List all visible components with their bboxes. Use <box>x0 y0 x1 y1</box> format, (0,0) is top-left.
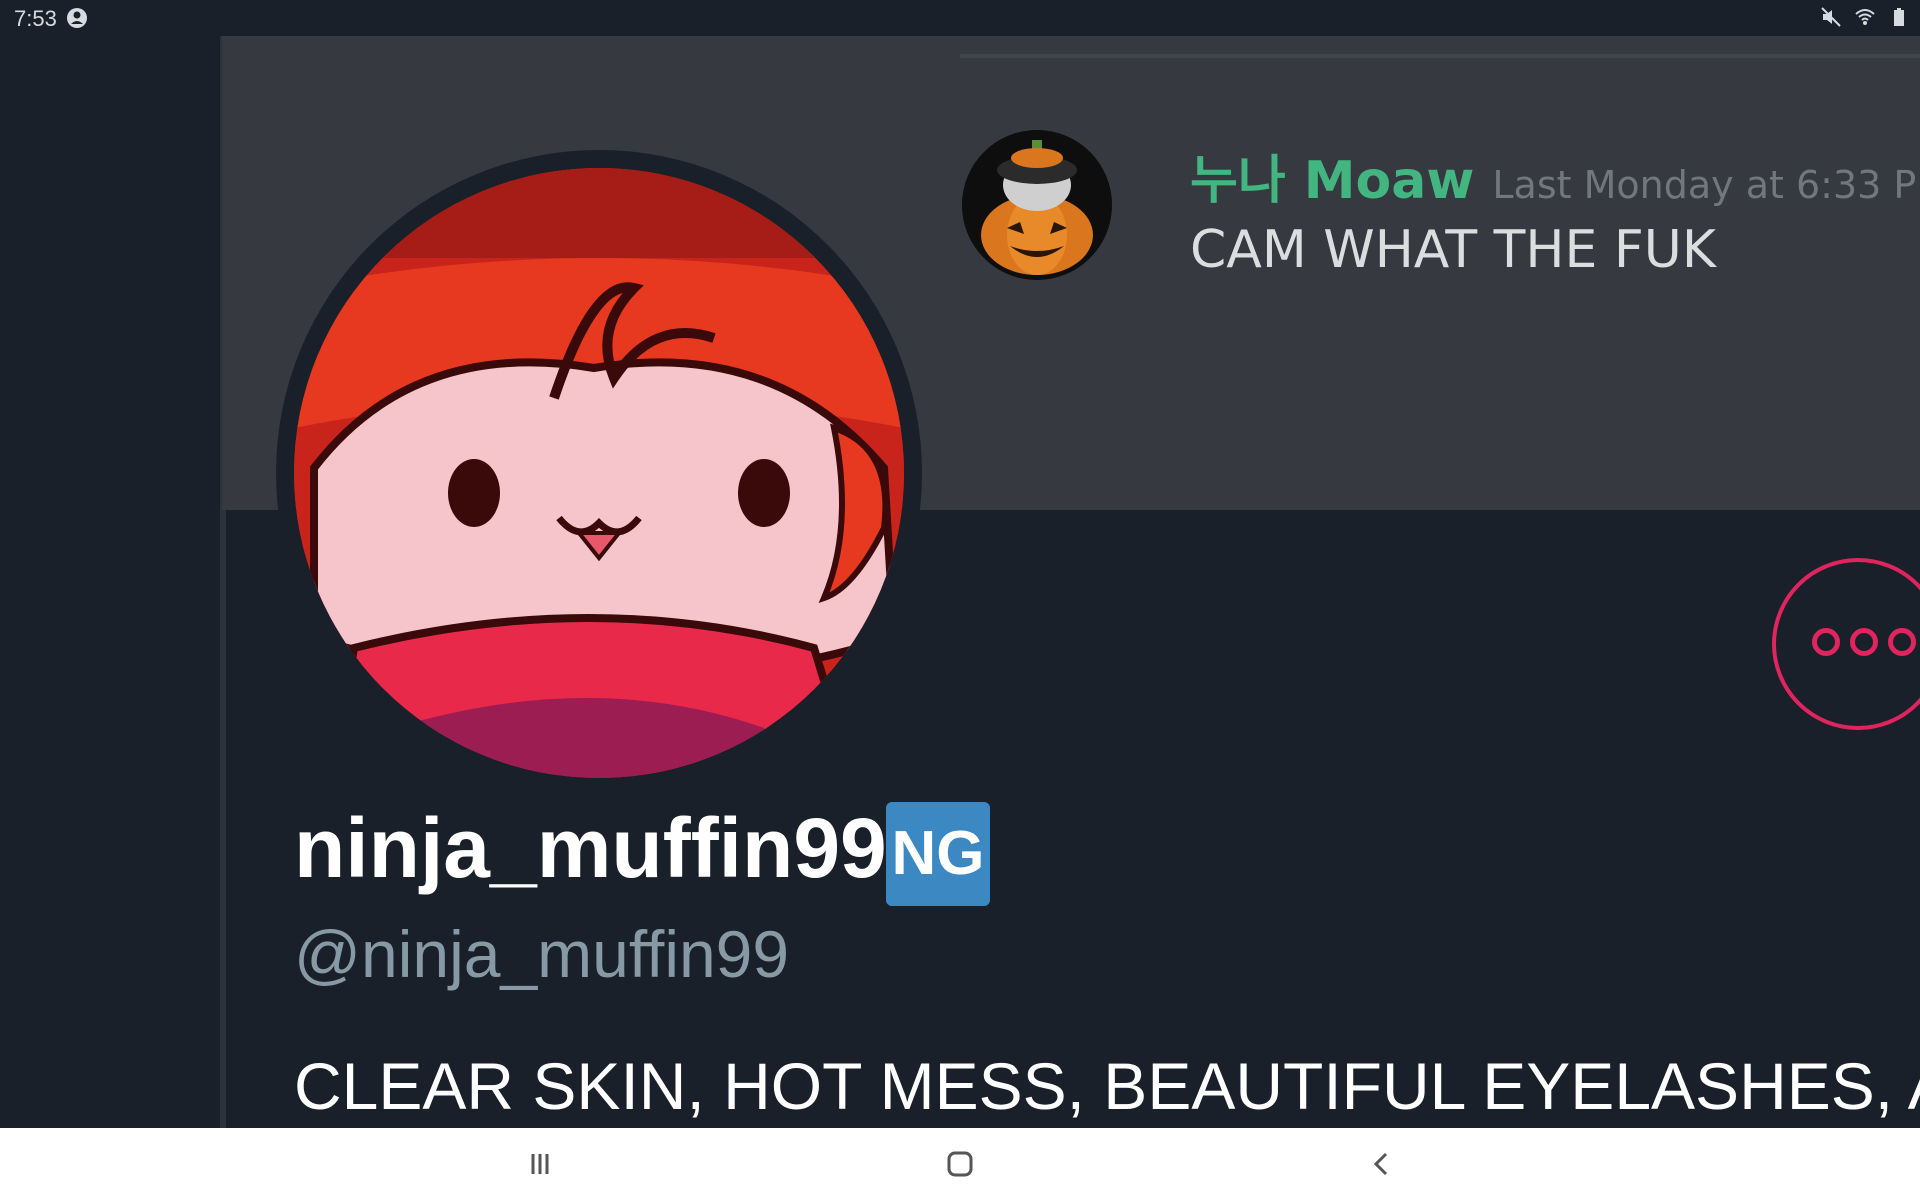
battery-icon <box>1894 8 1904 26</box>
more-dots-icon <box>1812 628 1916 656</box>
character-avatar-icon <box>294 168 904 778</box>
user-icon <box>67 8 87 28</box>
status-time: 7:53 <box>14 6 57 31</box>
wifi-icon <box>1855 9 1875 25</box>
mute-icon <box>1821 7 1841 27</box>
home-icon[interactable] <box>942 1146 978 1182</box>
ng-badge: NG <box>886 802 990 906</box>
message-author-name[interactable]: 누나 Moaw <box>1190 151 1474 211</box>
status-icons <box>1820 6 1910 28</box>
message-author-avatar[interactable] <box>962 130 1112 280</box>
side-gutter <box>0 36 220 1128</box>
banner-separator <box>960 54 1920 58</box>
profile-bio: CLEAR SKIN, HOT MESS, BEAUTIFUL EYELASHE… <box>294 1049 1920 1123</box>
back-icon[interactable] <box>1364 1146 1400 1182</box>
status-bar: 7:53 <box>0 0 1920 36</box>
profile-handle: @ninja_muffin99 <box>294 917 790 991</box>
navigation-bar <box>0 1128 1920 1200</box>
recents-icon[interactable] <box>522 1146 558 1182</box>
pumpkin-avatar-icon <box>962 130 1112 280</box>
message-header: 누나 Moaw Last Monday at 6:33 P <box>1190 138 1916 213</box>
message-text: CAM WHAT THE FUK <box>1190 220 1716 280</box>
profile-display-name: ninja_muffin99 <box>294 801 887 895</box>
message-timestamp: Last Monday at 6:33 P <box>1492 163 1917 207</box>
profile-avatar[interactable] <box>294 168 904 778</box>
